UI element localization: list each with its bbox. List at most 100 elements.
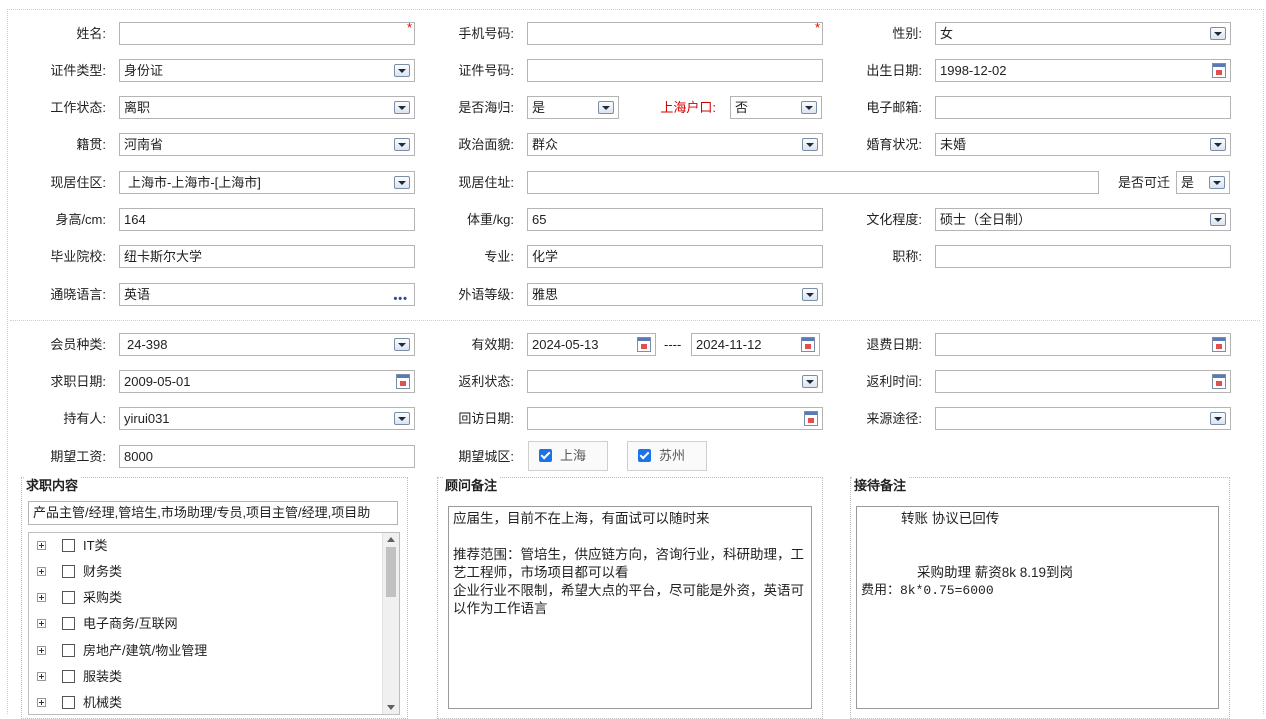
returnee-label: 是否海归: [458, 100, 514, 115]
chevron-down-icon[interactable] [1210, 138, 1226, 151]
expand-icon[interactable] [37, 593, 46, 602]
validity-end-field[interactable]: 2024-11-12 [691, 333, 820, 356]
checkbox[interactable] [62, 565, 75, 578]
height-field[interactable]: 164 [119, 208, 415, 231]
chevron-down-icon[interactable] [1210, 412, 1226, 425]
idtype-select[interactable]: 身份证 [119, 59, 415, 82]
expand-icon[interactable] [37, 619, 46, 628]
expand-icon[interactable] [37, 672, 46, 681]
tree-item[interactable]: 机械类 [29, 693, 379, 713]
calendar-icon[interactable] [1212, 63, 1226, 78]
source-select[interactable] [935, 407, 1231, 430]
expand-icon[interactable] [37, 698, 46, 707]
validity-start-field[interactable]: 2024-05-13 [527, 333, 656, 356]
holder-select[interactable]: yirui031 [119, 407, 415, 430]
calendar-icon[interactable] [801, 337, 815, 352]
checkbox[interactable] [62, 696, 75, 709]
expand-icon[interactable] [37, 567, 46, 576]
chevron-down-icon[interactable] [1210, 27, 1226, 40]
tree-item[interactable]: 电子商务/互联网 [29, 614, 379, 634]
checkbox[interactable] [62, 539, 75, 552]
checkbox-checked-icon[interactable] [638, 449, 651, 462]
revisit-date-field[interactable] [527, 407, 823, 430]
political-select[interactable]: 群众 [527, 133, 823, 156]
calendar-icon[interactable] [1212, 374, 1226, 389]
required-mark: * [406, 22, 412, 35]
chevron-down-icon[interactable] [802, 375, 818, 388]
rebate-status-select[interactable] [527, 370, 823, 393]
city-checkbox-suzhou[interactable]: 苏州 [627, 441, 707, 471]
name-field[interactable]: * [119, 22, 415, 45]
checkbox[interactable] [62, 670, 75, 683]
hukou-label: 上海户口: [660, 100, 716, 115]
scrollbar[interactable] [382, 533, 399, 714]
school-field[interactable]: 纽卡斯尔大学 [119, 245, 415, 268]
weight-field[interactable]: 65 [527, 208, 823, 231]
checkbox[interactable] [62, 591, 75, 604]
relocate-select[interactable]: 是 [1176, 171, 1230, 194]
chevron-down-icon[interactable] [394, 338, 410, 351]
weight-label: 体重/kg: [467, 212, 514, 227]
title-field[interactable] [935, 245, 1231, 268]
calendar-icon[interactable] [637, 337, 651, 352]
refund-date-field[interactable] [935, 333, 1231, 356]
workstatus-select[interactable]: 离职 [119, 96, 415, 119]
chevron-down-icon[interactable] [394, 64, 410, 77]
birth-date-field[interactable]: 1998-12-02 [935, 59, 1231, 82]
chevron-down-icon[interactable] [394, 138, 410, 151]
checkbox[interactable] [62, 617, 75, 630]
refund-label: 退费日期: [866, 337, 922, 352]
expand-icon[interactable] [37, 646, 46, 655]
advisor-note-textarea[interactable]: 应届生，目前不在上海，有面试可以随时来 推荐范围：管培生，供应链方向，咨询行业，… [448, 506, 812, 709]
address-field[interactable] [527, 171, 1099, 194]
email-field[interactable] [935, 96, 1231, 119]
rebate-time-field[interactable] [935, 370, 1231, 393]
membertype-select[interactable]: 24-398 [119, 333, 415, 356]
reception-note-textarea[interactable]: 转账 协议已回传 采购助理 薪资8k 8.19到岗 费用：8k*0.75=600… [856, 506, 1219, 709]
chevron-down-icon[interactable] [802, 138, 818, 151]
language-label: 通晓语言: [50, 287, 106, 302]
calendar-icon[interactable] [804, 411, 818, 426]
job-selected-field[interactable]: 产品主管/经理,管培生,市场助理/专员,项目主管/经理,项目助 [28, 501, 398, 525]
calendar-icon[interactable] [396, 374, 410, 389]
chevron-down-icon[interactable] [1209, 176, 1225, 189]
jobdate-field[interactable]: 2009-05-01 [119, 370, 415, 393]
chevron-down-icon[interactable] [1210, 213, 1226, 226]
gender-select[interactable]: 女 [935, 22, 1231, 45]
returnee-select[interactable]: 是 [527, 96, 619, 119]
city-checkbox-shanghai[interactable]: 上海 [528, 441, 608, 471]
language-field[interactable]: 英语 ••• [119, 283, 415, 306]
checkbox[interactable] [62, 644, 75, 657]
education-select[interactable]: 硕士（全日制） [935, 208, 1231, 231]
region-select[interactable]: 上海市-上海市-[上海市] [119, 171, 415, 194]
chevron-down-icon[interactable] [394, 412, 410, 425]
chevron-down-icon[interactable] [598, 101, 614, 114]
tree-item[interactable]: IT类 [29, 536, 379, 556]
tree-item[interactable]: 房地产/建筑/物业管理 [29, 641, 379, 661]
checkbox-checked-icon[interactable] [539, 449, 552, 462]
more-icon[interactable]: ••• [393, 289, 408, 305]
major-label: 专业: [484, 249, 514, 264]
expand-icon[interactable] [37, 541, 46, 550]
phone-field[interactable]: * [527, 22, 823, 45]
hukou-select[interactable]: 否 [730, 96, 822, 119]
idno-field[interactable] [527, 59, 823, 82]
tree-item[interactable]: 采购类 [29, 588, 379, 608]
major-field[interactable]: 化学 [527, 245, 823, 268]
scroll-thumb[interactable] [386, 547, 396, 597]
tree-item[interactable]: 服装类 [29, 667, 379, 687]
scroll-up-icon[interactable] [387, 537, 395, 542]
rebate-time-label: 返利时间: [866, 374, 922, 389]
langlevel-select[interactable]: 雅思 [527, 283, 823, 306]
scroll-down-icon[interactable] [387, 705, 395, 710]
chevron-down-icon[interactable] [801, 101, 817, 114]
salary-field[interactable]: 8000 [119, 445, 415, 468]
tree-item[interactable]: 财务类 [29, 562, 379, 582]
native-select[interactable]: 河南省 [119, 133, 415, 156]
note-line: 费用：8k*0.75=6000 [861, 583, 994, 598]
chevron-down-icon[interactable] [394, 101, 410, 114]
calendar-icon[interactable] [1212, 337, 1226, 352]
marital-select[interactable]: 未婚 [935, 133, 1231, 156]
chevron-down-icon[interactable] [802, 288, 818, 301]
chevron-down-icon[interactable] [394, 176, 410, 189]
